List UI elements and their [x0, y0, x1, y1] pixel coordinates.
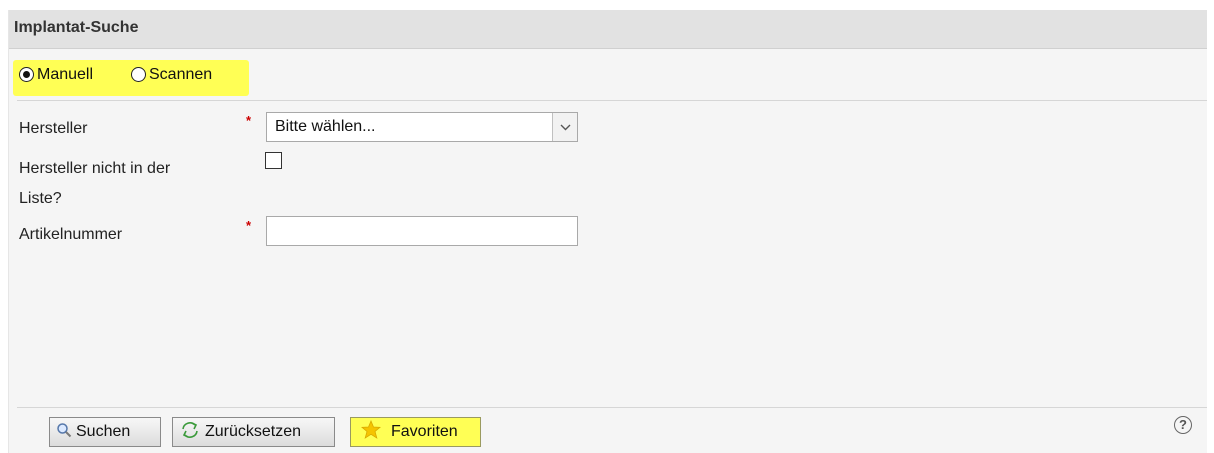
magnifier-icon — [56, 422, 72, 443]
help-icon[interactable]: ? — [1174, 416, 1192, 434]
star-icon — [360, 419, 382, 444]
mode-selector: Manuell Scannen — [13, 60, 249, 96]
refresh-arrows-icon — [179, 420, 201, 445]
search-button[interactable]: Suchen — [49, 417, 161, 447]
search-button-label: Suchen — [76, 423, 131, 440]
favorites-button-label: Favoriten — [391, 423, 458, 440]
implant-search-panel: Implantat-Suche Manuell Scannen Herstell… — [8, 10, 1207, 453]
divider-top — [17, 100, 1207, 101]
not-in-list-label-line1: Hersteller nicht in der — [19, 160, 171, 177]
manufacturer-select[interactable]: Bitte wählen... — [266, 112, 578, 142]
favorites-button[interactable]: Favoriten — [350, 417, 481, 447]
required-marker: * — [246, 218, 252, 233]
required-marker: * — [246, 113, 252, 128]
divider-bottom — [17, 407, 1207, 408]
not-in-list-label-line2: Liste? — [19, 190, 62, 207]
chevron-down-icon[interactable] — [552, 113, 577, 141]
panel-header: Implantat-Suche — [9, 10, 1207, 49]
article-number-label: Artikelnummer — [19, 226, 123, 243]
reset-button-label: Zurücksetzen — [205, 423, 302, 440]
manufacturer-label: Hersteller — [19, 120, 88, 137]
not-in-list-checkbox[interactable] — [265, 152, 282, 169]
panel-title: Implantat-Suche — [14, 19, 139, 36]
radio-scan[interactable] — [131, 67, 146, 82]
article-number-input[interactable] — [266, 216, 578, 246]
radio-manual[interactable] — [19, 67, 34, 82]
reset-button[interactable]: Zurücksetzen — [172, 417, 335, 447]
manufacturer-select-value: Bitte wählen... — [275, 118, 376, 135]
radio-manual-label[interactable]: Manuell — [37, 66, 93, 84]
radio-scan-label[interactable]: Scannen — [149, 66, 212, 84]
